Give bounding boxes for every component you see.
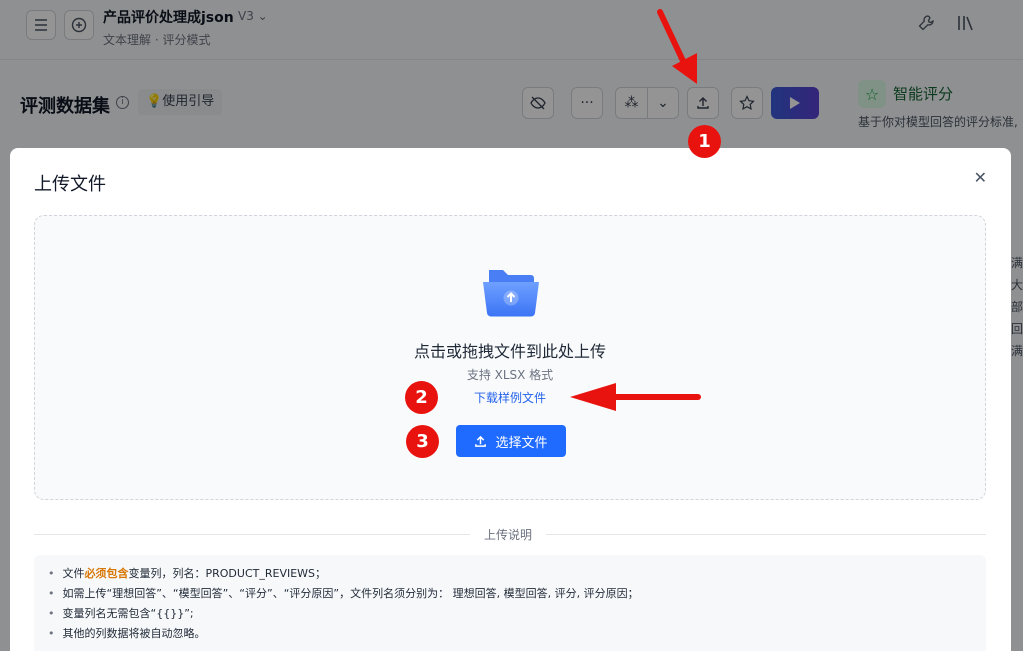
annotation-badge-2: 2 bbox=[405, 381, 438, 414]
arrow-to-upload bbox=[657, 9, 697, 84]
annotation-arrows bbox=[570, 9, 701, 411]
arrow-to-download-link bbox=[570, 383, 701, 411]
annotation-badge-3: 3 bbox=[406, 425, 439, 458]
annotation-badge-1: 1 bbox=[688, 125, 721, 158]
